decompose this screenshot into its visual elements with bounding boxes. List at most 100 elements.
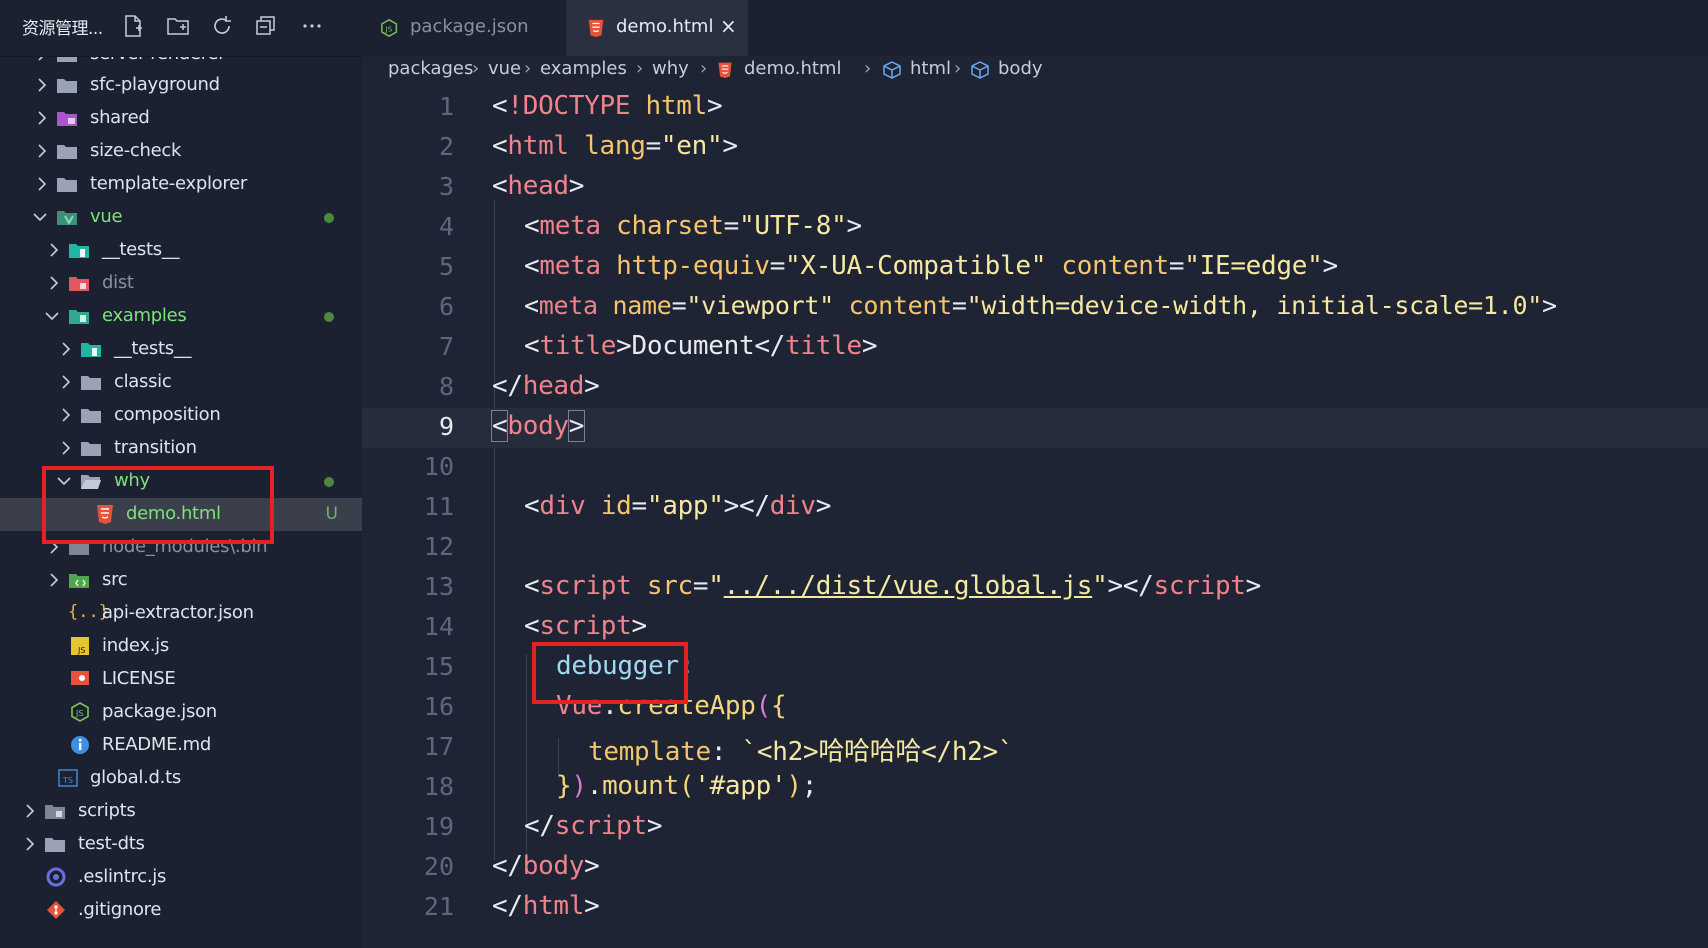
tree-item-scripts[interactable]: scripts — [0, 795, 362, 828]
breadcrumb-item[interactable]: body — [998, 58, 1043, 79]
code-text: template: `<h2>哈哈哈哈</h2>` — [588, 737, 1014, 767]
code-line: 1 <!DOCTYPE html> — [362, 88, 1708, 128]
code-text: <body> — [490, 410, 586, 442]
tree-item-label: test-dts — [78, 833, 145, 854]
close-icon[interactable]: × — [720, 14, 737, 38]
line-number: 20 — [423, 852, 454, 881]
code-line-current: 9 <body> — [362, 408, 1708, 448]
explorer-title: 资源管理... — [22, 19, 103, 39]
folder-vue-icon — [57, 211, 77, 226]
tree-item-examples[interactable]: examples — [0, 300, 362, 333]
chevron-right-icon — [50, 573, 59, 587]
folder-icon — [57, 79, 77, 93]
tree-item-shared[interactable]: shared — [0, 102, 362, 135]
tree-item-gitignore[interactable]: .gitignore — [0, 894, 362, 927]
chevron-right-icon: › — [524, 58, 532, 79]
code-text: <script> — [524, 611, 647, 641]
svg-text:JS: JS — [75, 709, 83, 718]
tab-bar: JS package.json demo.html × — [362, 0, 1708, 56]
tree-item-template-explorer[interactable]: template-explorer — [0, 168, 362, 201]
tree-item-label: classic — [114, 371, 172, 392]
folder-examples-icon — [69, 310, 89, 324]
code-text: <title>Document</title> — [524, 331, 878, 361]
tree-item-global-d-ts[interactable]: TS global.d.ts — [0, 762, 362, 795]
tree-item-size-check[interactable]: size-check — [0, 135, 362, 168]
breadcrumb-item[interactable]: packages — [388, 58, 473, 79]
code-text: </script> — [524, 811, 663, 841]
tree-item-transition[interactable]: transition — [0, 432, 362, 465]
code-line: 7 <title>Document</title> — [362, 328, 1708, 368]
tree-item-eslintrc[interactable]: .eslintrc.js — [0, 861, 362, 894]
new-folder-icon[interactable] — [166, 14, 192, 40]
chevron-right-icon — [62, 342, 71, 356]
chevron-right-icon — [50, 276, 59, 290]
tree-item-composition[interactable]: composition — [0, 399, 362, 432]
tree-item-vue[interactable]: vue — [0, 201, 362, 234]
refresh-icon[interactable] — [210, 14, 236, 40]
breadcrumb-item[interactable]: why — [652, 58, 689, 79]
editor-area: JS package.json demo.html × packages › v… — [362, 0, 1708, 948]
tree-item-classic[interactable]: classic — [0, 366, 362, 399]
code-line: 20 </body> — [362, 848, 1708, 888]
code-line: 2 <html lang="en"> — [362, 128, 1708, 168]
code-line: 12 — [362, 528, 1708, 568]
tree-item-label: .gitignore — [78, 899, 162, 920]
folder-test-icon — [69, 244, 89, 258]
untracked-badge: U — [325, 504, 338, 524]
tree-item-tests[interactable]: __tests__ — [0, 234, 362, 267]
tab-label: demo.html — [616, 16, 714, 37]
tree-item-readme[interactable]: README.md — [0, 729, 362, 762]
line-number: 4 — [438, 212, 454, 241]
eslint-icon — [46, 867, 66, 887]
code-text: <meta http-equiv="X-UA-Compatible" conte… — [524, 251, 1338, 281]
tree-item-label: template-explorer — [90, 173, 247, 194]
tree-item-dist[interactable]: dist — [0, 267, 362, 300]
line-number: 1 — [438, 92, 454, 121]
code-line: 19 </script> — [362, 808, 1708, 848]
chevron-right-icon — [26, 837, 35, 851]
tree-item-package-json[interactable]: JS package.json — [0, 696, 362, 729]
chevron-right-icon — [38, 78, 47, 92]
breadcrumb-item[interactable]: demo.html — [744, 58, 841, 79]
node-icon: JS — [381, 18, 398, 38]
tab-demo-html[interactable]: demo.html × — [566, 0, 748, 56]
collapse-all-icon[interactable] — [254, 14, 280, 40]
code-text: </html> — [492, 891, 600, 921]
tab-package-json[interactable]: JS package.json — [362, 0, 566, 56]
tree-item-label: vue — [90, 206, 123, 227]
chevron-right-icon — [50, 243, 59, 257]
modified-dot — [324, 312, 334, 322]
chevron-right-icon — [38, 144, 47, 158]
line-number: 7 — [438, 332, 454, 361]
code-text: <div id="app"></div> — [524, 491, 832, 521]
chevron-right-icon — [26, 804, 35, 818]
js-file-icon: JS — [71, 637, 89, 655]
tree-item-label: examples — [102, 305, 187, 326]
tree-item-label: __tests__ — [102, 239, 180, 260]
tree-item-src[interactable]: src — [0, 564, 362, 597]
tree-item-license[interactable]: LICENSE — [0, 663, 362, 696]
highlight-box-debugger — [532, 642, 688, 704]
git-icon — [47, 901, 65, 919]
breadcrumb-item[interactable]: html — [910, 58, 951, 79]
chevron-right-icon: › — [472, 58, 480, 79]
line-number: 16 — [423, 692, 454, 721]
tree-item-label: LICENSE — [102, 668, 176, 689]
code-text: <html lang="en"> — [492, 131, 738, 161]
code-line: 13 <script src="../../dist/vue.global.js"… — [362, 568, 1708, 608]
code-line: 21 </html> — [362, 888, 1708, 928]
code-line: 11 <div id="app"></div> — [362, 488, 1708, 528]
new-file-icon[interactable] — [121, 14, 147, 40]
breadcrumb-item[interactable]: examples — [540, 58, 627, 79]
tree-item-index-js[interactable]: JS index.js — [0, 630, 362, 663]
tree-item-label: src — [102, 569, 128, 590]
breadcrumb-item[interactable]: vue — [488, 58, 521, 79]
tree-item-test-dts[interactable]: test-dts — [0, 828, 362, 861]
tree-item-api-extractor[interactable]: {..} api-extractor.json — [0, 597, 362, 630]
more-icon[interactable] — [300, 14, 326, 40]
tree-item-tests-2[interactable]: __tests__ — [0, 333, 362, 366]
tree-item-sfc-playground[interactable]: sfc-playground — [0, 69, 362, 102]
tree-item-label: transition — [114, 437, 197, 458]
html-icon — [588, 19, 604, 38]
node-file-icon: JS — [71, 702, 89, 722]
